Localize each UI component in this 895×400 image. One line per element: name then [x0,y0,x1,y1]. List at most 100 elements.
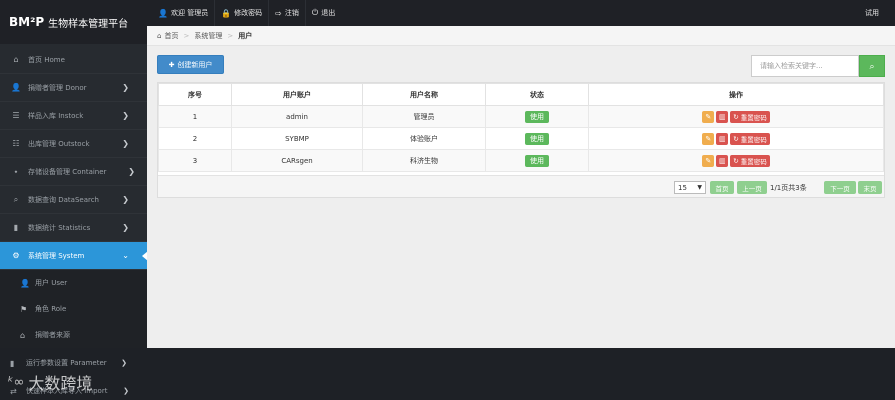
cell-actions: ✎ ▥ ↻ 重置密码 [588,105,884,128]
edit-icon[interactable]: ✎ [702,110,715,123]
sidebar-item-label: 数据查询 DataSearch [28,195,99,204]
tag-icon: ⬩ [14,166,18,176]
status-badge: 使用 [525,154,549,167]
search-icon: ⌕ [869,60,875,71]
change-password-link[interactable]: 🔒 修改密码 [215,0,270,26]
first-page-button[interactable]: 首页 [710,181,734,194]
trash-icon[interactable]: ▥ [716,154,729,167]
power-icon: ⏻ [311,8,319,17]
sidebar-item-outstock[interactable]: ☷ 出库管理 Outstock ❯ [0,130,147,158]
home-icon: ⌂ [20,330,26,340]
sidebar-subitem-role[interactable]: ⚑ 角色 Role [0,296,147,322]
next-page-button[interactable]: 下一页 [824,181,856,194]
main-content: ✚ 创建新用户 请输入检索关键字... ⌕ 序号 用户账户 用户名称 状态 操作… [147,46,895,348]
column-header-index[interactable]: 序号 [158,83,232,106]
trial-link[interactable]: 试用 [865,0,879,26]
user-table: 序号 用户账户 用户名称 状态 操作 1 admin 管理员 使用 ✎ ▥ ↻ … [157,82,885,198]
exit-label: 退出 [321,9,336,17]
page-info: 1/1页共3条 [770,183,807,192]
breadcrumb-home[interactable]: 首页 [164,31,178,41]
welcome-link[interactable]: 👤 欢迎 管理员 [152,0,216,26]
sidebar-item-container[interactable]: ⬩ 存储设备管理 Container ❯ [0,158,147,186]
sidebar-item-label: 样品入库 Instock [28,111,84,120]
plus-icon: ✚ [168,60,175,69]
edit-icon[interactable]: ✎ [702,132,715,145]
cell-index: 2 [158,127,232,150]
table-row[interactable]: 2 SYBMP 体验账户 使用 ✎ ▥ ↻ 重置密码 [158,127,884,150]
reset-password-button[interactable]: ↻ 重置密码 [730,110,770,123]
cell-account: admin [231,105,363,128]
sidebar-subitem-donor-source[interactable]: ⌂ 捐赠者来源 [0,322,147,348]
reset-password-button[interactable]: ↻ 重置密码 [730,132,770,145]
gear-icon: ⚙ [12,251,20,260]
trash-icon[interactable]: ▥ [716,110,729,123]
sidebar-item-datasearch[interactable]: ⌕ 数据查询 DataSearch ❯ [0,186,147,214]
lock-icon: 🔒 [221,8,232,18]
chevron-right-icon: ❯ [122,139,129,148]
refresh-icon: ↻ [733,112,739,121]
exit-link[interactable]: ⏻ 退出 [306,0,341,26]
sidebar-subitem-user[interactable]: 👤 用户 User [0,270,147,296]
chevron-right-icon: ❯ [122,195,129,204]
user-icon: 👤 [11,83,21,92]
chevron-right-icon: ❯ [121,359,127,367]
status-badge: 使用 [525,132,549,145]
edit-icon[interactable]: ✎ [702,154,715,167]
watermark-text: 大数跨境 [28,374,93,393]
cell-status: 使用 [485,127,589,150]
logout-label: 注销 [284,9,299,17]
sidebar-item-instock[interactable]: ☰ 样品入库 Instock ❯ [0,102,147,130]
create-user-button[interactable]: ✚ 创建新用户 [157,55,224,74]
reset-password-button[interactable]: ↻ 重置密码 [730,154,770,167]
search-button[interactable]: ⌕ [859,55,885,77]
table-row[interactable]: 1 admin 管理员 使用 ✎ ▥ ↻ 重置密码 [158,105,884,128]
cell-actions: ✎ ▥ ↻ 重置密码 [588,149,884,172]
refresh-icon: ↻ [733,134,739,143]
brand[interactable]: BM²P 生物样本管理平台 [0,0,147,44]
user-icon: 👤 [158,8,168,18]
home-icon: ⌂ [13,55,19,64]
page-size-select[interactable]: 15 ▼ [674,181,706,194]
chevron-down-icon: ⌄ [122,251,129,260]
chevron-right-icon: ❯ [122,83,129,92]
cell-name: 科济生物 [362,149,486,172]
cell-account: SYBMP [231,127,363,150]
trash-icon[interactable]: ▥ [716,132,729,145]
cell-index: 3 [158,149,232,172]
breadcrumb-current: 用户 [238,31,253,40]
column-header-name[interactable]: 用户名称 [362,83,486,106]
column-header-actions: 操作 [588,83,884,106]
cell-name: 体验账户 [362,127,486,150]
sidebar-item-system[interactable]: ⚙ 系统管理 System ⌄ [0,242,148,270]
table-row[interactable]: 3 CARsgen 科济生物 使用 ✎ ▥ ↻ 重置密码 [158,149,884,172]
cell-name: 管理员 [362,105,486,128]
list-icon: ☰ [12,111,20,120]
cell-index: 1 [158,105,232,128]
reset-password-label: 重置密码 [740,135,767,144]
sidebar-item-label: 存储设备管理 Container [28,167,107,176]
user-icon: 👤 [20,278,30,288]
sidebar-item-donor[interactable]: 👤 捐赠者管理 Donor ❯ [0,74,147,102]
breadcrumb-parent[interactable]: 系统管理 [194,31,222,41]
search-icon: ⌕ [13,194,19,204]
watermark-logo: ᵏ∞ [8,374,25,390]
cell-account: CARsgen [231,149,363,172]
logout-link[interactable]: ⇨ 注销 [269,0,306,26]
breadcrumb-separator: > [183,31,190,40]
refresh-icon: ↻ [733,156,739,165]
sidebar-item-statistics[interactable]: ▮ 数据统计 Statistics ❯ [0,214,147,242]
column-header-account[interactable]: 用户账户 [231,83,363,106]
caret-down-icon: ▼ [697,184,702,191]
sidebar-subitem-label: 角色 Role [35,305,67,313]
prev-page-button[interactable]: 上一页 [737,181,767,194]
sidebar-item-label: 首页 Home [28,55,65,64]
cell-status: 使用 [485,149,589,172]
last-page-button[interactable]: 末页 [858,181,882,194]
search-input[interactable]: 请输入检索关键字... [751,55,859,77]
table-header-row: 序号 用户账户 用户名称 状态 操作 [158,83,884,106]
flag-icon: ⚑ [20,304,28,314]
sidebar-item-label: 运行参数设置 Parameter [26,359,107,367]
column-header-status[interactable]: 状态 [485,83,589,106]
sidebar-item-home[interactable]: ⌂ 首页 Home [0,46,147,74]
welcome-label: 欢迎 管理员 [170,9,209,17]
